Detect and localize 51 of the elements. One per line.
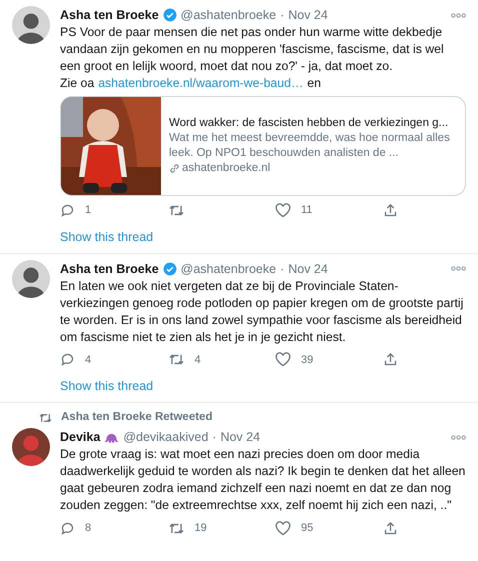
avatar[interactable] [12, 6, 50, 44]
tweet-date[interactable]: Nov 24 [288, 260, 328, 278]
separator-dot: · [280, 260, 284, 278]
avatar[interactable] [12, 428, 50, 466]
author-name[interactable]: Devika [60, 428, 100, 446]
author-handle[interactable]: @devikaakived [123, 428, 208, 446]
heart-icon[interactable] [275, 202, 291, 218]
share-icon[interactable] [382, 202, 398, 218]
avatar[interactable] [12, 260, 50, 298]
reply-count: 1 [85, 203, 92, 218]
card-description: Wat me het meest bevreemdde, was hoe normaal alles leek. Op NPO1 beschouwden analisten de ... [169, 131, 451, 161]
link-icon [169, 163, 180, 174]
reply-icon[interactable] [60, 352, 75, 368]
show-thread-link[interactable]: Show this thread [60, 230, 154, 244]
tweet-date[interactable]: Nov 24 [288, 6, 328, 24]
more-icon[interactable] [451, 12, 466, 18]
card-title: Word wakker: de fascisten hebben de verkiezingen g... [169, 116, 450, 131]
reply-icon[interactable] [60, 202, 75, 218]
retweet-count: 19 [194, 521, 207, 536]
more-icon[interactable] [451, 434, 466, 440]
reply-count: 4 [85, 352, 92, 368]
card-domain: ashatenbroeke.nl [182, 161, 270, 176]
tweet-date[interactable]: Nov 24 [220, 428, 260, 446]
tweet-text: De grote vraag is: wat moet een nazi precies doen om door media daadwerkelijk geduid te worden als nazi? Ik begin te denken dat het alleen gaat gebeuren zodra iemand zichzelf een nazi noemt en dat ze dan nog zouden zeggen: "de extreemrechtse xxx, zelf noemt hij zich een nazi, .." [60, 446, 466, 514]
heart-icon[interactable] [275, 352, 291, 368]
retweet-icon [38, 412, 53, 424]
more-icon[interactable] [451, 266, 466, 271]
like-count: 11 [301, 203, 312, 218]
author-name[interactable]: Asha ten Broeke [60, 6, 159, 24]
separator-dot: · [280, 7, 284, 24]
heart-icon[interactable] [275, 521, 291, 536]
author-handle[interactable]: @ashatenbroeke [180, 6, 276, 24]
retweet-icon[interactable] [168, 521, 184, 536]
share-icon[interactable] [382, 352, 398, 368]
tweet-text: Zie oa [60, 75, 94, 92]
tweet-text: en [307, 75, 321, 92]
link-card[interactable]: Word wakker: de fascisten hebben de verkiezingen g... Wat me het meest bevreemdde, was hoe normaal alles leek. Op NPO1 beschouwden analisten de ... ashatenbroeke.nl [60, 96, 466, 196]
like-count: 39 [301, 352, 314, 368]
share-icon[interactable] [382, 521, 398, 536]
reply-icon[interactable] [60, 521, 75, 536]
author-name[interactable]: Asha ten Broeke [60, 260, 159, 278]
separator-dot: · [212, 429, 216, 446]
like-count: 95 [301, 521, 314, 536]
author-handle[interactable]: @ashatenbroeke [180, 260, 276, 278]
reply-count: 8 [85, 521, 92, 536]
tweet-text: PS Voor de paar mensen die net pas onder hun warme witte dekbedje vandaan zijn gekomen en nu mopperen 'fascisme, fascisme, dat is wel een groot en lelijk woord, moet dat nou zo?' - ja, dat moet zo. [60, 24, 445, 75]
show-thread-link[interactable]: Show this thread [60, 379, 154, 393]
retweeted-label[interactable]: Asha ten Broeke Retweeted [61, 409, 212, 426]
tweet-text: En laten we ook niet vergeten dat ze bij de Provinciale Staten-verkiezingen genoeg rode potloden op papier kregen om de grootste partij te worden. Er is in ons land zowel sympathie voor fascisme als bereidheid om fascisme niet te zien als het je in je gezicht niest. [60, 278, 464, 346]
retweet-count: 4 [194, 352, 201, 368]
tweet-link[interactable]: ashatenbroeke.nl/waarom-we-baud… [98, 75, 304, 92]
